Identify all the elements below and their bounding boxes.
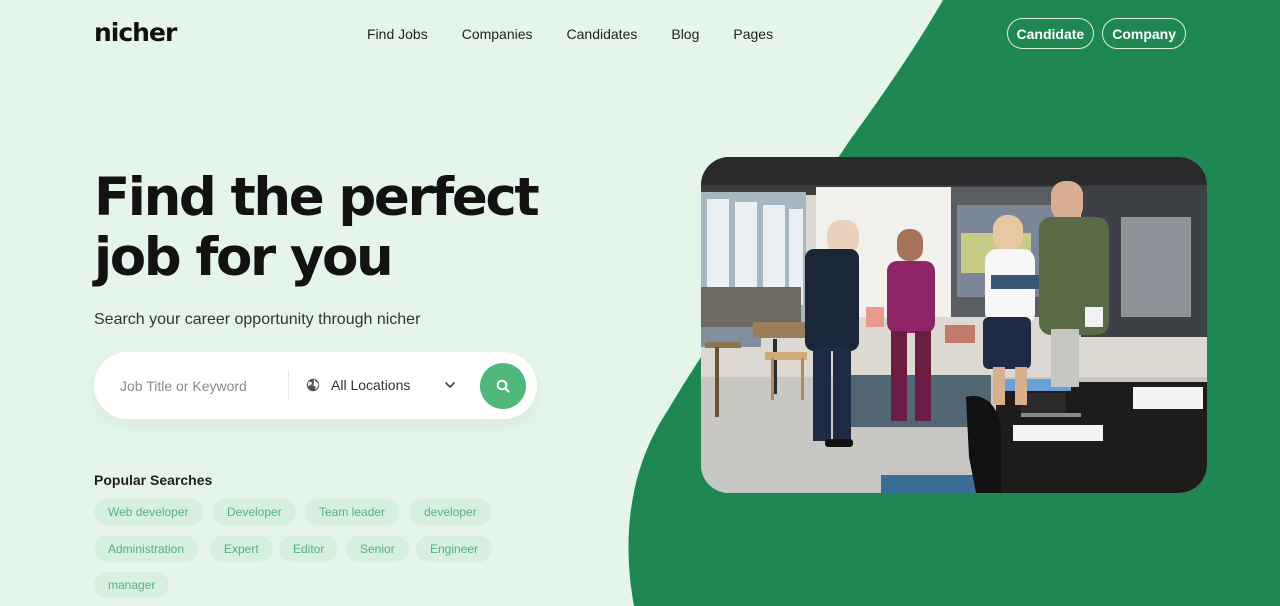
keyword-input[interactable] (120, 377, 285, 395)
tag-editor[interactable]: Editor (279, 536, 339, 562)
hero-title-line-2: job for you (94, 227, 394, 288)
hero-title-line-1: Find the perfect (94, 167, 540, 228)
nav-pages[interactable]: Pages (733, 26, 773, 42)
search-icon (496, 379, 510, 393)
company-button[interactable]: Company (1102, 18, 1186, 49)
tag-administration[interactable]: Administration (94, 536, 199, 562)
nav-find-jobs[interactable]: Find Jobs (367, 26, 428, 42)
job-search-bar: All Locations (94, 352, 537, 419)
tag-manager[interactable]: manager (94, 572, 170, 598)
tag-expert[interactable]: Expert (210, 536, 273, 562)
main-menu: Find Jobs Companies Candidates Blog Page… (367, 26, 773, 42)
nav-companies[interactable]: Companies (462, 26, 533, 42)
tag-team-leader[interactable]: Team leader (305, 499, 400, 525)
location-select[interactable]: All Locations (331, 377, 410, 393)
candidate-button[interactable]: Candidate (1006, 18, 1095, 49)
tag-engineer[interactable]: Engineer (416, 536, 493, 562)
brand-logo[interactable]: nicher (94, 18, 177, 47)
search-divider (288, 370, 289, 401)
tag-senior[interactable]: Senior (346, 536, 409, 562)
nav-blog[interactable]: Blog (671, 26, 699, 42)
chevron-down-icon[interactable] (445, 382, 455, 389)
top-navigation: nicher Find Jobs Companies Candidates Bl… (0, 0, 1280, 68)
popular-searches-title: Popular Searches (94, 472, 213, 488)
office-team-photo (701, 157, 1207, 493)
tag-developer-lower[interactable]: developer (410, 499, 491, 525)
hero-title: Find the perfect job for you (94, 168, 574, 288)
nav-candidates[interactable]: Candidates (567, 26, 638, 42)
auth-buttons: Candidate Company (1006, 18, 1186, 49)
search-button[interactable] (480, 363, 526, 409)
globe-icon (306, 378, 320, 392)
tag-web-developer[interactable]: Web developer (94, 499, 203, 525)
tag-developer[interactable]: Developer (213, 499, 296, 525)
hero-subtitle: Search your career opportunity through n… (94, 311, 421, 328)
